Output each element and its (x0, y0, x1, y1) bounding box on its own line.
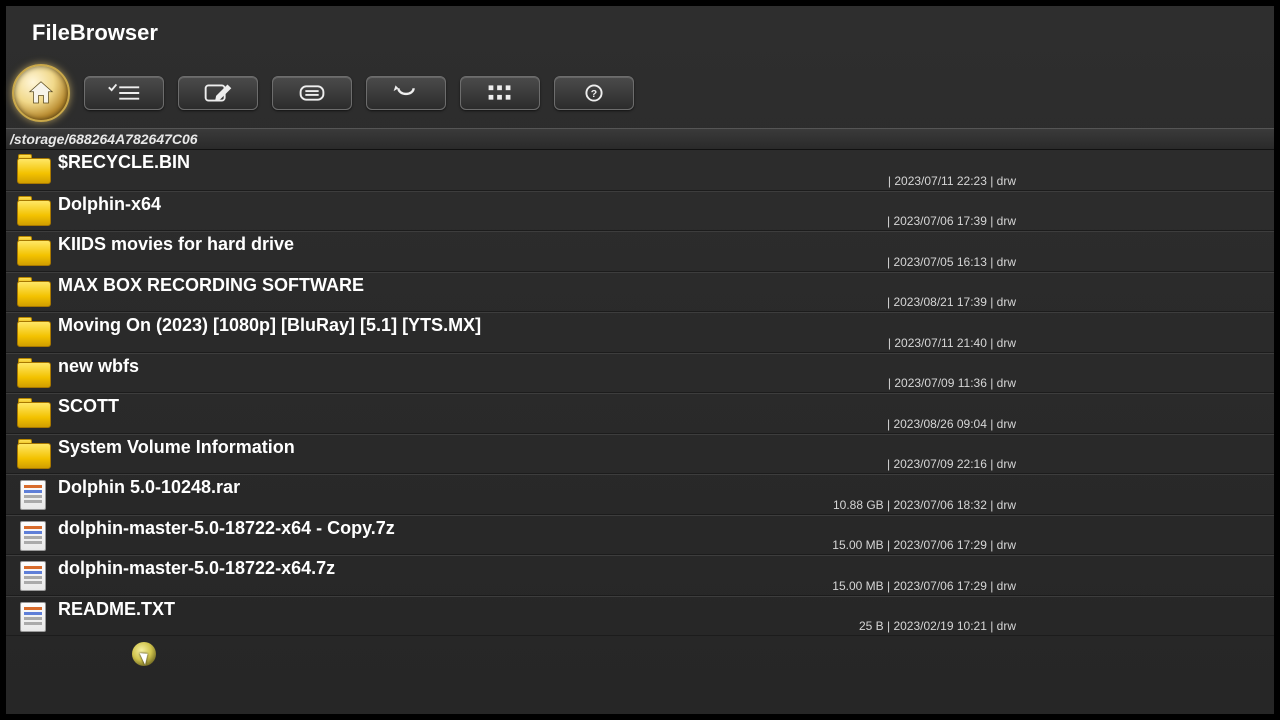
help-button[interactable]: ? (554, 76, 634, 110)
folder-icon (14, 435, 52, 475)
mouse-cursor (132, 642, 156, 666)
item-name: README.TXT (52, 597, 1274, 620)
item-name: $RECYCLE.BIN (52, 150, 1274, 173)
file-icon (14, 556, 52, 596)
current-path: /storage/688264A782647C06 (6, 128, 1274, 150)
checklist-icon (105, 82, 143, 104)
item-name: dolphin-master-5.0-18722-x64.7z (52, 556, 1274, 579)
folder-icon (14, 232, 52, 272)
file-row[interactable]: README.TXT25 B | 2023/02/19 10:21 | drw (6, 596, 1274, 637)
file-list[interactable]: $RECYCLE.BIN| 2023/07/11 22:23 | drwDolp… (6, 150, 1274, 636)
item-meta: | 2023/07/05 16:13 | drw (616, 255, 1016, 269)
folder-icon (14, 150, 52, 190)
folder-row[interactable]: SCOTT| 2023/08/26 09:04 | drw (6, 393, 1274, 434)
folder-icon (14, 192, 52, 232)
item-name: Moving On (2023) [1080p] [BluRay] [5.1] … (52, 313, 1274, 336)
item-name: MAX BOX RECORDING SOFTWARE (52, 273, 1274, 296)
folder-row[interactable]: Dolphin-x64| 2023/07/06 17:39 | drw (6, 191, 1274, 232)
details-button[interactable] (272, 76, 352, 110)
grid-view-button[interactable] (460, 76, 540, 110)
toolbar: ? (6, 64, 1274, 128)
app-window: FileBrowser (6, 6, 1274, 714)
svg-text:?: ? (591, 89, 597, 100)
folder-icon (14, 354, 52, 394)
folder-row[interactable]: $RECYCLE.BIN| 2023/07/11 22:23 | drw (6, 150, 1274, 191)
item-meta: 15.00 MB | 2023/07/06 17:29 | drw (616, 579, 1016, 593)
folder-row[interactable]: System Volume Information| 2023/07/09 22… (6, 434, 1274, 475)
details-icon (293, 82, 331, 104)
folder-row[interactable]: new wbfs| 2023/07/09 11:36 | drw (6, 353, 1274, 394)
file-icon (14, 597, 52, 637)
item-meta: | 2023/07/11 22:23 | drw (616, 174, 1016, 188)
folder-icon (14, 273, 52, 313)
item-name: SCOTT (52, 394, 1274, 417)
folder-row[interactable]: Moving On (2023) [1080p] [BluRay] [5.1] … (6, 312, 1274, 353)
item-name: System Volume Information (52, 435, 1274, 458)
file-row[interactable]: dolphin-master-5.0-18722-x64.7z15.00 MB … (6, 555, 1274, 596)
item-name: dolphin-master-5.0-18722-x64 - Copy.7z (52, 516, 1274, 539)
file-row[interactable]: dolphin-master-5.0-18722-x64 - Copy.7z15… (6, 515, 1274, 556)
folder-icon (14, 394, 52, 434)
select-mode-button[interactable] (84, 76, 164, 110)
item-meta: | 2023/07/09 11:36 | drw (616, 376, 1016, 390)
item-meta: | 2023/08/21 17:39 | drw (616, 295, 1016, 309)
folder-row[interactable]: MAX BOX RECORDING SOFTWARE| 2023/08/21 1… (6, 272, 1274, 313)
item-name: KIIDS movies for hard drive (52, 232, 1274, 255)
item-meta: 15.00 MB | 2023/07/06 17:29 | drw (616, 538, 1016, 552)
item-meta: | 2023/07/11 21:40 | drw (616, 336, 1016, 350)
home-button[interactable] (12, 64, 70, 122)
folder-icon (14, 313, 52, 353)
item-name: Dolphin 5.0-10248.rar (52, 475, 1274, 498)
file-icon (14, 516, 52, 556)
app-title: FileBrowser (6, 6, 1274, 64)
edit-icon (199, 82, 237, 104)
item-name: new wbfs (52, 354, 1274, 377)
grid-icon (481, 82, 519, 104)
help-icon: ? (575, 82, 613, 104)
back-button[interactable] (366, 76, 446, 110)
folder-row[interactable]: KIIDS movies for hard drive| 2023/07/05 … (6, 231, 1274, 272)
back-icon (387, 82, 425, 104)
item-meta: 10.88 GB | 2023/07/06 18:32 | drw (616, 498, 1016, 512)
home-icon (26, 78, 56, 108)
item-meta: 25 B | 2023/02/19 10:21 | drw (616, 619, 1016, 633)
file-row[interactable]: Dolphin 5.0-10248.rar10.88 GB | 2023/07/… (6, 474, 1274, 515)
file-icon (14, 475, 52, 515)
item-name: Dolphin-x64 (52, 192, 1274, 215)
item-meta: | 2023/07/09 22:16 | drw (616, 457, 1016, 471)
item-meta: | 2023/07/06 17:39 | drw (616, 214, 1016, 228)
item-meta: | 2023/08/26 09:04 | drw (616, 417, 1016, 431)
edit-button[interactable] (178, 76, 258, 110)
